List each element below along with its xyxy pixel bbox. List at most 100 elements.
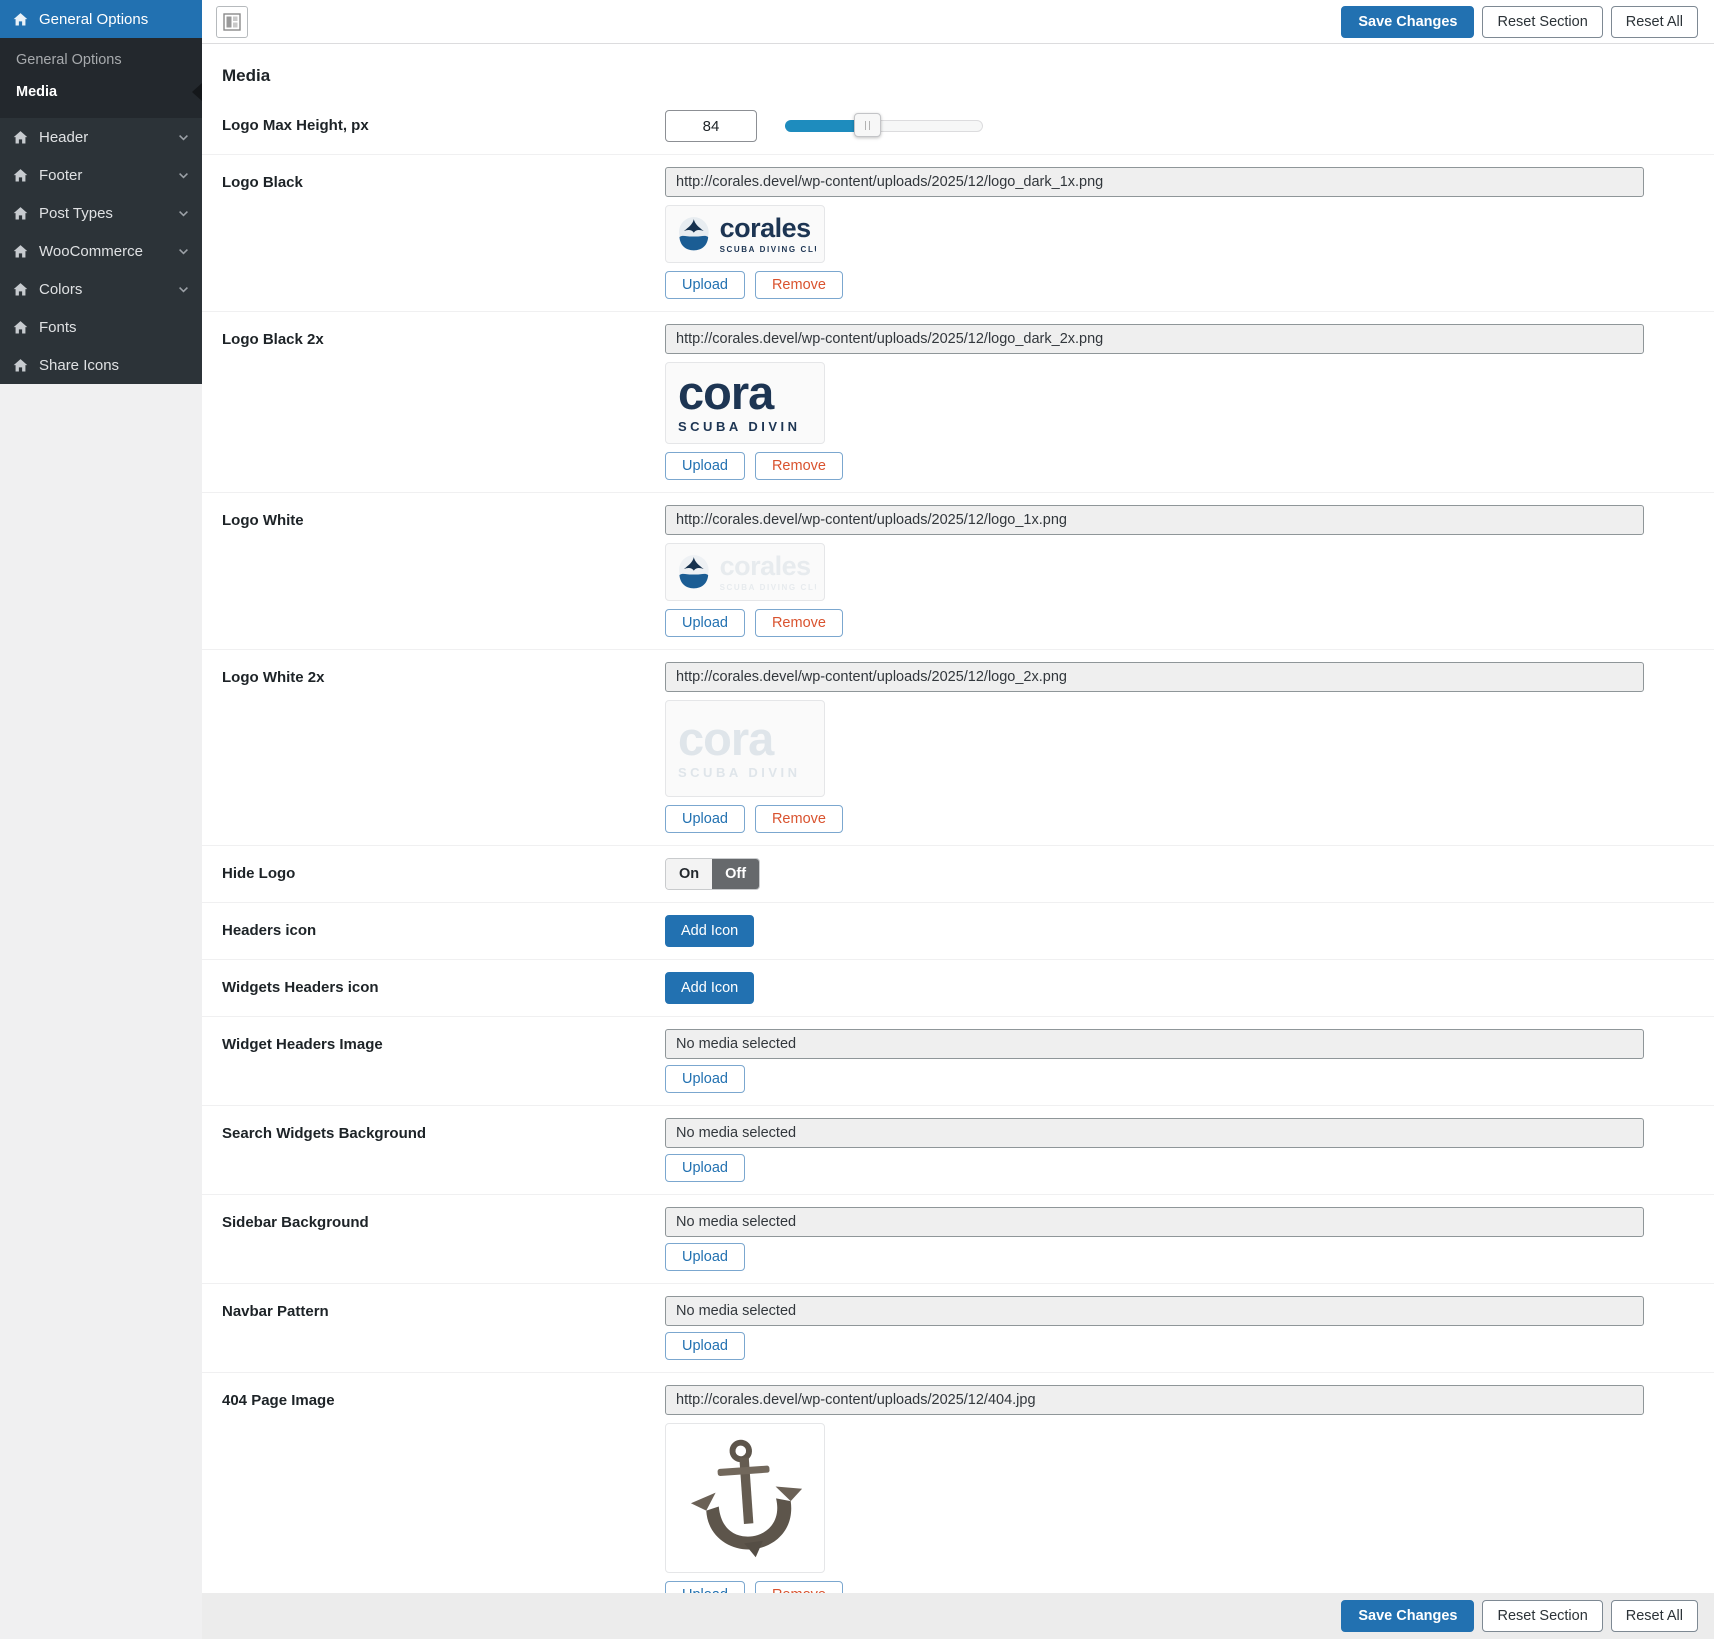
options-panel: Save Changes Reset Section Reset All Med…: [202, 0, 1714, 1639]
reset-section-button[interactable]: Reset Section: [1482, 1600, 1603, 1632]
toggle-off-option[interactable]: Off: [712, 859, 760, 889]
row-headers-icon: Headers icon Add Icon: [202, 903, 1714, 960]
logo-black-preview: corales SCUBA DIVING CLU: [665, 205, 825, 263]
field-label: Headers icon: [222, 922, 317, 939]
row-sidebar-background: Sidebar Background Upload: [202, 1195, 1714, 1284]
field-label: Widgets Headers icon: [222, 979, 379, 996]
sidebar-item-fonts[interactable]: Fonts: [0, 308, 202, 346]
save-changes-button[interactable]: Save Changes: [1341, 5, 1475, 38]
sidebar-item-header[interactable]: Header: [0, 118, 202, 156]
top-toolbar: Save Changes Reset Section Reset All: [202, 0, 1714, 44]
slider-handle[interactable]: [854, 113, 882, 137]
add-icon-button[interactable]: Add Icon: [665, 972, 755, 1004]
upload-button[interactable]: Upload: [665, 271, 745, 299]
home-icon: [12, 205, 29, 222]
navbar-pattern-input[interactable]: [665, 1296, 1644, 1326]
widget-headers-image-input[interactable]: [665, 1029, 1644, 1059]
logo-max-height-input[interactable]: [665, 110, 757, 142]
logo-max-height-slider[interactable]: [785, 113, 983, 137]
logo-black-url-input[interactable]: [665, 167, 1644, 197]
field-label: Logo Black: [222, 174, 303, 191]
field-label: Logo White 2x: [222, 669, 325, 686]
sidebar-item-post-types[interactable]: Post Types: [0, 194, 202, 232]
field-label: 404 Page Image: [222, 1392, 335, 1409]
reset-all-button[interactable]: Reset All: [1610, 5, 1698, 38]
save-changes-button[interactable]: Save Changes: [1341, 1600, 1475, 1632]
row-widgets-headers-icon: Widgets Headers icon Add Icon: [202, 960, 1714, 1017]
upload-button[interactable]: Upload: [665, 609, 745, 637]
sidebar-background-input[interactable]: [665, 1207, 1644, 1237]
chevron-down-icon: [177, 207, 190, 220]
row-404-page-image: 404 Page Image http://corales.devel/wp-c…: [202, 1373, 1714, 1621]
upload-button[interactable]: Upload: [665, 1332, 745, 1360]
submenu-item-media[interactable]: Media: [0, 76, 202, 108]
search-widgets-background-input[interactable]: [665, 1118, 1644, 1148]
anchor-image: [690, 1439, 803, 1558]
whale-logo-icon: [678, 555, 709, 589]
remove-button[interactable]: Remove: [754, 271, 843, 299]
reset-all-button[interactable]: Reset All: [1610, 1600, 1698, 1632]
slider-fill: [785, 113, 882, 137]
row-logo-white-2x: Logo White 2x cora SCUBA DIVIN Upload Re…: [202, 650, 1714, 846]
remove-button[interactable]: Remove: [754, 805, 843, 833]
404-page-image-url-input[interactable]: [665, 1385, 1644, 1415]
logo-brand-text: corales: [719, 552, 812, 582]
field-label: Logo Black 2x: [222, 331, 324, 348]
row-logo-max-height: Logo Max Height, px: [202, 98, 1714, 155]
submenu-item-general-options[interactable]: General Options: [0, 44, 202, 76]
chevron-down-icon: [177, 245, 190, 258]
upload-button[interactable]: Upload: [665, 452, 745, 480]
sidebar-item-share-icons[interactable]: Share Icons: [0, 346, 202, 384]
logo-tagline-text: SCUBA DIVING CLU: [719, 582, 816, 592]
reset-section-button[interactable]: Reset Section: [1482, 5, 1603, 38]
logo-tagline-text: SCUBA DIVING CLU: [719, 244, 816, 254]
field-label: Widget Headers Image: [222, 1036, 383, 1053]
logo-brand-text: cora: [678, 712, 774, 765]
page-title: Media: [222, 66, 271, 85]
logo-white-2x-url-input[interactable]: [665, 662, 1644, 692]
sidebar-item-general-options[interactable]: General Options: [0, 0, 202, 38]
field-label: Search Widgets Background: [222, 1125, 427, 1142]
active-item-arrow-icon: [192, 83, 202, 101]
field-label: Hide Logo: [222, 865, 296, 882]
row-logo-white: Logo White corales SCUBA DIVING CLU Uplo: [202, 493, 1714, 650]
logo-white-url-input[interactable]: [665, 505, 1644, 535]
logo-brand-text: corales: [719, 214, 812, 244]
options-sidebar: General Options General Options Media He…: [0, 0, 202, 1639]
remove-button[interactable]: Remove: [754, 609, 843, 637]
row-widget-headers-image: Widget Headers Image Upload: [202, 1017, 1714, 1106]
row-hide-logo: Hide Logo On Off: [202, 846, 1714, 903]
upload-button[interactable]: Upload: [665, 1065, 745, 1093]
chevron-down-icon: [177, 169, 190, 182]
hide-logo-toggle: On Off: [665, 858, 761, 890]
field-label: Logo Max Height, px: [222, 117, 369, 134]
row-logo-black-2x: Logo Black 2x cora SCUBA DIVIN Upload Re…: [202, 312, 1714, 493]
sidebar-item-woocommerce[interactable]: WooCommerce: [0, 232, 202, 270]
upload-button[interactable]: Upload: [665, 1243, 745, 1271]
home-icon: [12, 281, 29, 298]
chevron-down-icon: [177, 131, 190, 144]
sidebar-item-label: General Options: [39, 10, 149, 28]
toggle-on-option[interactable]: On: [666, 859, 713, 889]
logo-tagline-text: SCUBA DIVIN: [678, 419, 801, 434]
home-icon: [12, 129, 29, 146]
row-logo-black: Logo Black corales SCUBA DIVING CLU Uplo: [202, 155, 1714, 312]
add-icon-button[interactable]: Add Icon: [665, 915, 755, 947]
upload-button[interactable]: Upload: [665, 1154, 745, 1182]
sidebar-item-colors[interactable]: Colors: [0, 270, 202, 308]
404-image-preview: [665, 1423, 825, 1573]
logo-white-preview: corales SCUBA DIVING CLU: [665, 543, 825, 601]
chevron-down-icon: [177, 283, 190, 296]
layout-icon: [223, 12, 241, 31]
logo-brand-text: cora: [678, 366, 774, 419]
sidebar-item-footer[interactable]: Footer: [0, 156, 202, 194]
bottom-toolbar: Save Changes Reset Section Reset All: [202, 1593, 1714, 1639]
logo-black-2x-url-input[interactable]: [665, 324, 1644, 354]
panel-layout-toggle-button[interactable]: [216, 5, 248, 38]
home-icon: [12, 357, 29, 374]
remove-button[interactable]: Remove: [754, 452, 843, 480]
logo-tagline-text: SCUBA DIVIN: [678, 765, 801, 780]
logo-white-2x-preview: cora SCUBA DIVIN: [665, 700, 825, 797]
upload-button[interactable]: Upload: [665, 805, 745, 833]
field-label: Sidebar Background: [222, 1214, 369, 1231]
